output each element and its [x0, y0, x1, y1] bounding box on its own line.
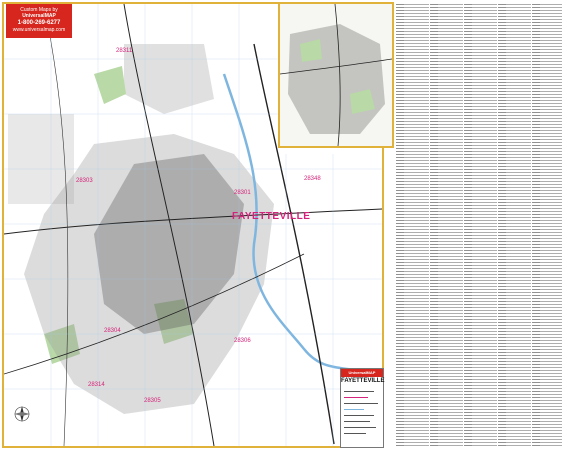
zip-label: 28305 [144, 398, 161, 404]
zip-label: 28311 [116, 48, 133, 54]
legend-line [344, 421, 370, 422]
zip-label: 28348 [304, 176, 321, 182]
legend-line [344, 427, 376, 428]
brand-bar: UniversalMAP [341, 369, 383, 377]
street-index-column [464, 4, 497, 446]
inset-map-canvas [280, 4, 392, 146]
compass-rose-icon [14, 406, 30, 422]
zip-label: 28314 [88, 382, 105, 388]
publisher-logo-box: Custom Maps by UniversalMAP 1-800-269-62… [6, 4, 72, 38]
legend-line [344, 409, 364, 410]
logo-url: www.universalmap.com [12, 27, 66, 33]
zip-label: 28306 [234, 338, 251, 344]
map-title-block: UniversalMAP FAYETTEVILLE [340, 368, 384, 448]
military-area [124, 44, 214, 114]
city-name-label: FAYETTEVILLE [232, 211, 311, 222]
zip-label: 28304 [104, 328, 121, 334]
park-area [94, 66, 126, 104]
legend-line [344, 403, 378, 404]
logo-phone: 1-800-269-6277 [17, 20, 61, 26]
legend-line [344, 391, 374, 392]
inset-map[interactable] [278, 2, 394, 148]
legend-line [344, 415, 374, 416]
street-index-panel [394, 0, 564, 450]
inset-urban [288, 24, 385, 134]
street-index-column [396, 4, 429, 446]
legend-line [344, 433, 366, 434]
legend-line [344, 397, 368, 398]
street-index-column [498, 4, 531, 446]
zip-label: 28303 [76, 178, 93, 184]
street-index-column [430, 4, 463, 446]
street-index-column [532, 4, 562, 446]
map-title: FAYETTEVILLE [341, 378, 385, 384]
zip-label: 28301 [234, 190, 251, 196]
